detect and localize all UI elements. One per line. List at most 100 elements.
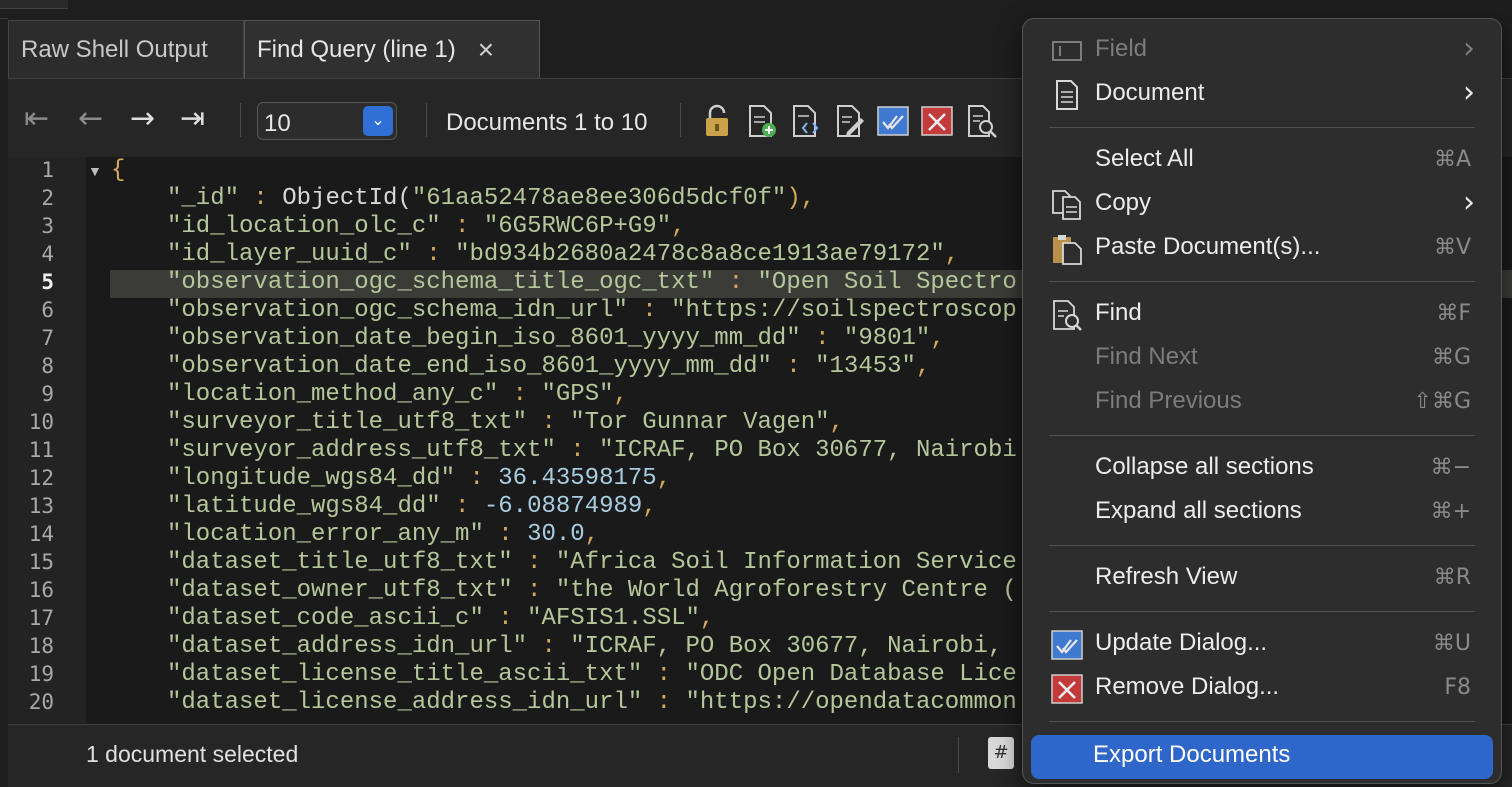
menu-item-label: Find Next <box>1095 343 1198 370</box>
code-line[interactable]: "dataset_address_idn_url" : "ICRAF, PO B… <box>167 633 1002 660</box>
json-end: , <box>656 465 672 492</box>
menu-item-label: Find Previous <box>1095 387 1242 414</box>
code-line[interactable]: "id_location_olc_c" : "6G5RWC6P+G9", <box>167 213 686 240</box>
json-key: "dataset_license_title_ascii_txt" <box>167 661 643 688</box>
remove-icon <box>1051 674 1083 704</box>
code-line[interactable]: "dataset_license_address_idn_url" : "htt… <box>167 689 1017 716</box>
line-number: 13 <box>28 494 54 518</box>
context-menu: Field › Document › Select All ⌘A Copy › Paste Do… <box>1022 18 1502 784</box>
toolbar-divider <box>240 103 241 137</box>
hash-document-icon[interactable]: # <box>988 737 1014 769</box>
code-line[interactable]: "latitude_wgs84_dd" : -6.08874989, <box>167 493 657 520</box>
code-line[interactable]: "id_layer_uuid_c" : "bd934b2680a2478c8a8… <box>167 241 959 268</box>
menu-item-update-dialog[interactable]: Update Dialog... ⌘U <box>1033 625 1491 665</box>
code-line[interactable]: "_id" : ObjectId("61aa52478ae8ee306d5dcf… <box>167 185 815 212</box>
selection-status: 1 document selected <box>86 741 299 767</box>
add-document-icon[interactable] <box>745 104 777 138</box>
find-document-icon[interactable] <box>965 104 997 138</box>
json-value: "bd934b2680a2478c8a8ce1913ae79172" <box>455 241 945 268</box>
menu-item-select-all[interactable]: Select All ⌘A <box>1033 141 1491 181</box>
page-size-select[interactable]: 10 ⌄ <box>257 102 397 140</box>
status-divider <box>958 737 959 773</box>
menu-item-shortcut: ⌘+ <box>1430 499 1471 524</box>
first-page-icon[interactable]: ⇤ <box>24 101 49 136</box>
line-number: 15 <box>28 550 54 574</box>
next-page-icon[interactable]: → <box>130 101 155 136</box>
code-line[interactable]: "dataset_title_utf8_txt" : "Africa Soil … <box>167 549 1017 576</box>
menu-item-find-previous[interactable]: Find Previous ⇧⌘G <box>1033 383 1491 423</box>
menu-item-copy[interactable]: Copy › <box>1033 185 1491 225</box>
menu-item-remove-dialog[interactable]: Remove Dialog... F8 <box>1033 669 1491 709</box>
line-number: 18 <box>28 634 54 658</box>
previous-page-icon[interactable]: ← <box>78 101 103 136</box>
menu-item-find[interactable]: Find ⌘F <box>1033 295 1491 335</box>
code-line[interactable]: "surveyor_title_utf8_txt" : "Tor Gunnar … <box>167 409 844 436</box>
menu-item-label: Export Documents <box>1093 741 1291 768</box>
json-key: "observation_ogc_schema_title_ogc_txt" <box>167 269 715 296</box>
json-value: "Tor Gunnar Vagen" <box>570 409 830 436</box>
json-sep: : <box>527 409 571 436</box>
line-number: 5 <box>41 270 54 294</box>
remove-dialog-icon[interactable] <box>921 104 953 138</box>
json-end: , <box>944 241 960 268</box>
code-line[interactable]: "dataset_license_title_ascii_txt" : "ODC… <box>167 661 1017 688</box>
menu-item-shortcut: ⌘R <box>1433 565 1471 590</box>
menu-item-shortcut: ⌘F <box>1436 301 1471 326</box>
line-number: 4 <box>41 242 54 266</box>
json-sep: : <box>411 241 456 268</box>
toolbar-divider <box>680 103 681 137</box>
menu-item-export-documents[interactable]: Export Documents <box>1031 735 1493 779</box>
line-number: 14 <box>28 522 54 546</box>
edit-json-icon[interactable] <box>789 104 821 138</box>
code-line[interactable]: "observation_ogc_schema_title_ogc_txt" :… <box>167 269 1017 296</box>
code-line[interactable]: "dataset_owner_utf8_txt" : "the World Ag… <box>167 577 1017 604</box>
menu-item-field[interactable]: Field › <box>1033 31 1491 71</box>
json-end: , <box>642 493 657 520</box>
menu-item-paste-document-s[interactable]: Paste Document(s)... ⌘V <box>1033 229 1491 269</box>
json-key: "surveyor_address_utf8_txt" <box>167 437 556 464</box>
menu-item-collapse-all-sections[interactable]: Collapse all sections ⌘− <box>1033 449 1491 489</box>
json-value: "6G5RWC6P+G9" <box>483 213 672 240</box>
code-line[interactable]: "longitude_wgs84_dd" : 36.43598175, <box>167 465 671 492</box>
menu-item-shortcut: ⌘− <box>1430 455 1471 480</box>
line-number: 8 <box>41 354 54 378</box>
toolbar-divider <box>426 103 427 137</box>
last-page-icon[interactable]: ⇥ <box>180 101 205 136</box>
lock-icon[interactable] <box>701 104 733 138</box>
json-key: "location_error_any_m" <box>167 521 484 548</box>
json-sep: : <box>714 269 758 296</box>
tab-raw-shell-output[interactable]: Raw Shell Output <box>8 20 244 78</box>
menu-separator <box>1049 545 1475 546</box>
open-brace: { <box>111 157 126 184</box>
line-number: 10 <box>28 410 54 434</box>
json-value: "13453" <box>815 353 916 380</box>
code-line[interactable]: "surveyor_address_utf8_txt" : "ICRAF, PO… <box>167 437 1017 464</box>
menu-separator <box>1049 281 1475 282</box>
menu-item-refresh-view[interactable]: Refresh View ⌘R <box>1033 559 1491 599</box>
code-line[interactable]: "observation_date_begin_iso_8601_yyyy_mm… <box>167 325 945 352</box>
code-line[interactable]: "dataset_code_ascii_c" : "AFSIS1.SSL", <box>167 605 714 632</box>
close-tab-icon[interactable]: × <box>478 34 494 66</box>
json-value: "AFSIS1.SSL" <box>527 605 700 632</box>
menu-item-label: Expand all sections <box>1095 497 1302 524</box>
documents-range-label: Documents 1 to 10 <box>446 109 648 136</box>
menu-item-find-next[interactable]: Find Next ⌘G <box>1033 339 1491 379</box>
menu-item-expand-all-sections[interactable]: Expand all sections ⌘+ <box>1033 493 1491 533</box>
code-line[interactable]: "location_method_any_c" : "GPS", <box>167 381 628 408</box>
line-number: 7 <box>41 326 54 350</box>
update-dialog-icon[interactable] <box>877 104 909 138</box>
code-line[interactable]: "observation_ogc_schema_idn_url" : "http… <box>167 297 1017 324</box>
tab-find-query[interactable]: Find Query (line 1) × <box>244 20 540 78</box>
menu-item-document[interactable]: Document › <box>1033 75 1491 115</box>
line-number: 11 <box>28 438 54 462</box>
menu-item-shortcut: ⌘A <box>1433 147 1471 172</box>
menu-item-shortcut: F8 <box>1444 675 1471 700</box>
code-line[interactable]: "location_error_any_m" : 30.0, <box>167 521 599 548</box>
menu-separator <box>1049 435 1475 436</box>
collapse-triangle-icon[interactable]: ▼ <box>88 163 102 179</box>
menu-item-label: Update Dialog... <box>1095 629 1268 656</box>
code-line[interactable]: "observation_date_end_iso_8601_yyyy_mm_d… <box>167 353 930 380</box>
line-number: 12 <box>28 466 54 490</box>
edit-document-icon[interactable] <box>833 104 865 138</box>
json-end: , <box>800 185 816 212</box>
